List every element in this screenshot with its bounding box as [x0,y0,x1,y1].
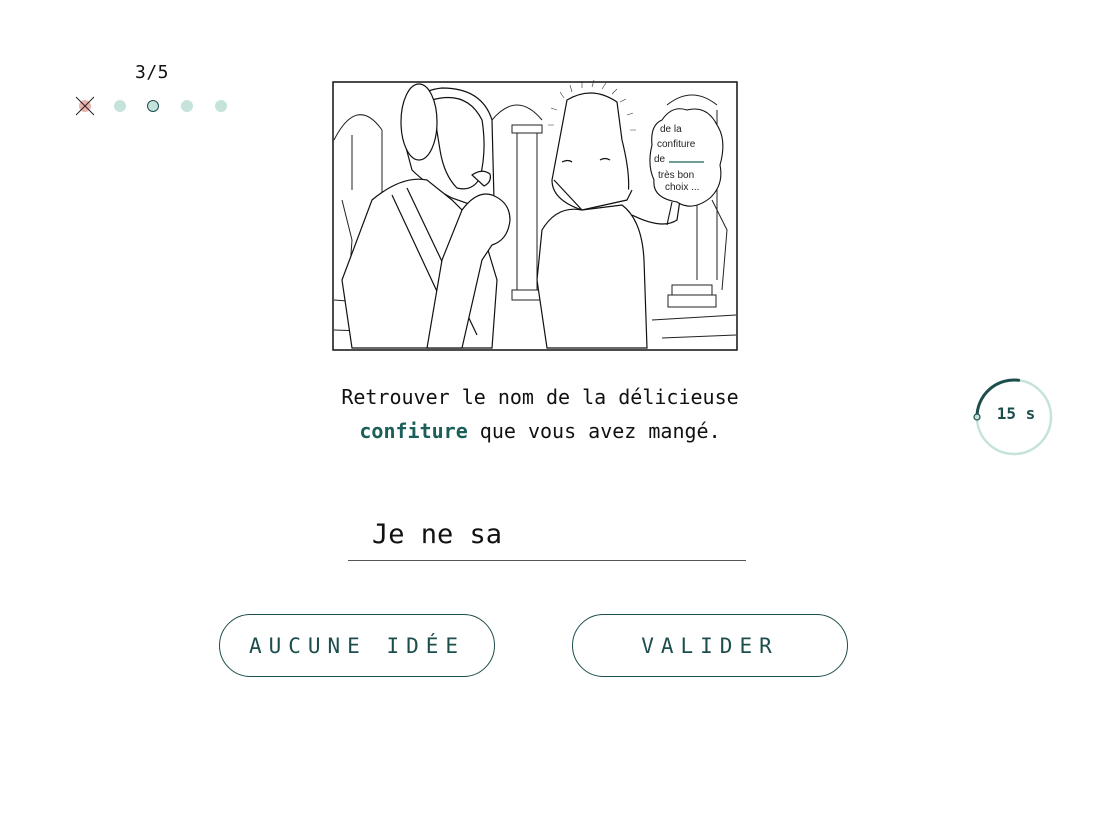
progress-counter: 3/5 [135,62,170,83]
progress-dot-failed [75,96,95,116]
progress-dots [75,96,236,117]
progress-dot [181,100,193,112]
question-line-2-rest: que vous avez mangé. [479,419,721,443]
answer-field [348,510,746,561]
no-idea-button[interactable]: AUCUNE IDÉE [219,614,495,677]
bubble-line-3: de [654,154,666,165]
question-text: Retrouver le nom de la délicieuse confit… [290,380,790,448]
question-keyword: confiture [359,419,468,443]
bubble-line-4: très bon [658,170,694,181]
answer-input[interactable] [372,516,732,552]
timer-label: 15 s [996,404,1036,423]
question-line-2: confiture que vous avez mangé. [290,414,790,448]
comic-illustration: de la confiture de très bon choix ... [332,80,738,351]
question-line-1: Retrouver le nom de la délicieuse [341,385,739,409]
bubble-line-5: choix ... [665,182,699,193]
validate-button[interactable]: VALIDER [572,614,848,677]
bubble-line-2: confiture [657,139,696,150]
bubble-line-1: de la [660,124,682,135]
progress-dot [215,100,227,112]
progress-dot-current [147,100,159,112]
cross-icon [75,96,95,116]
progress-dot [114,100,126,112]
